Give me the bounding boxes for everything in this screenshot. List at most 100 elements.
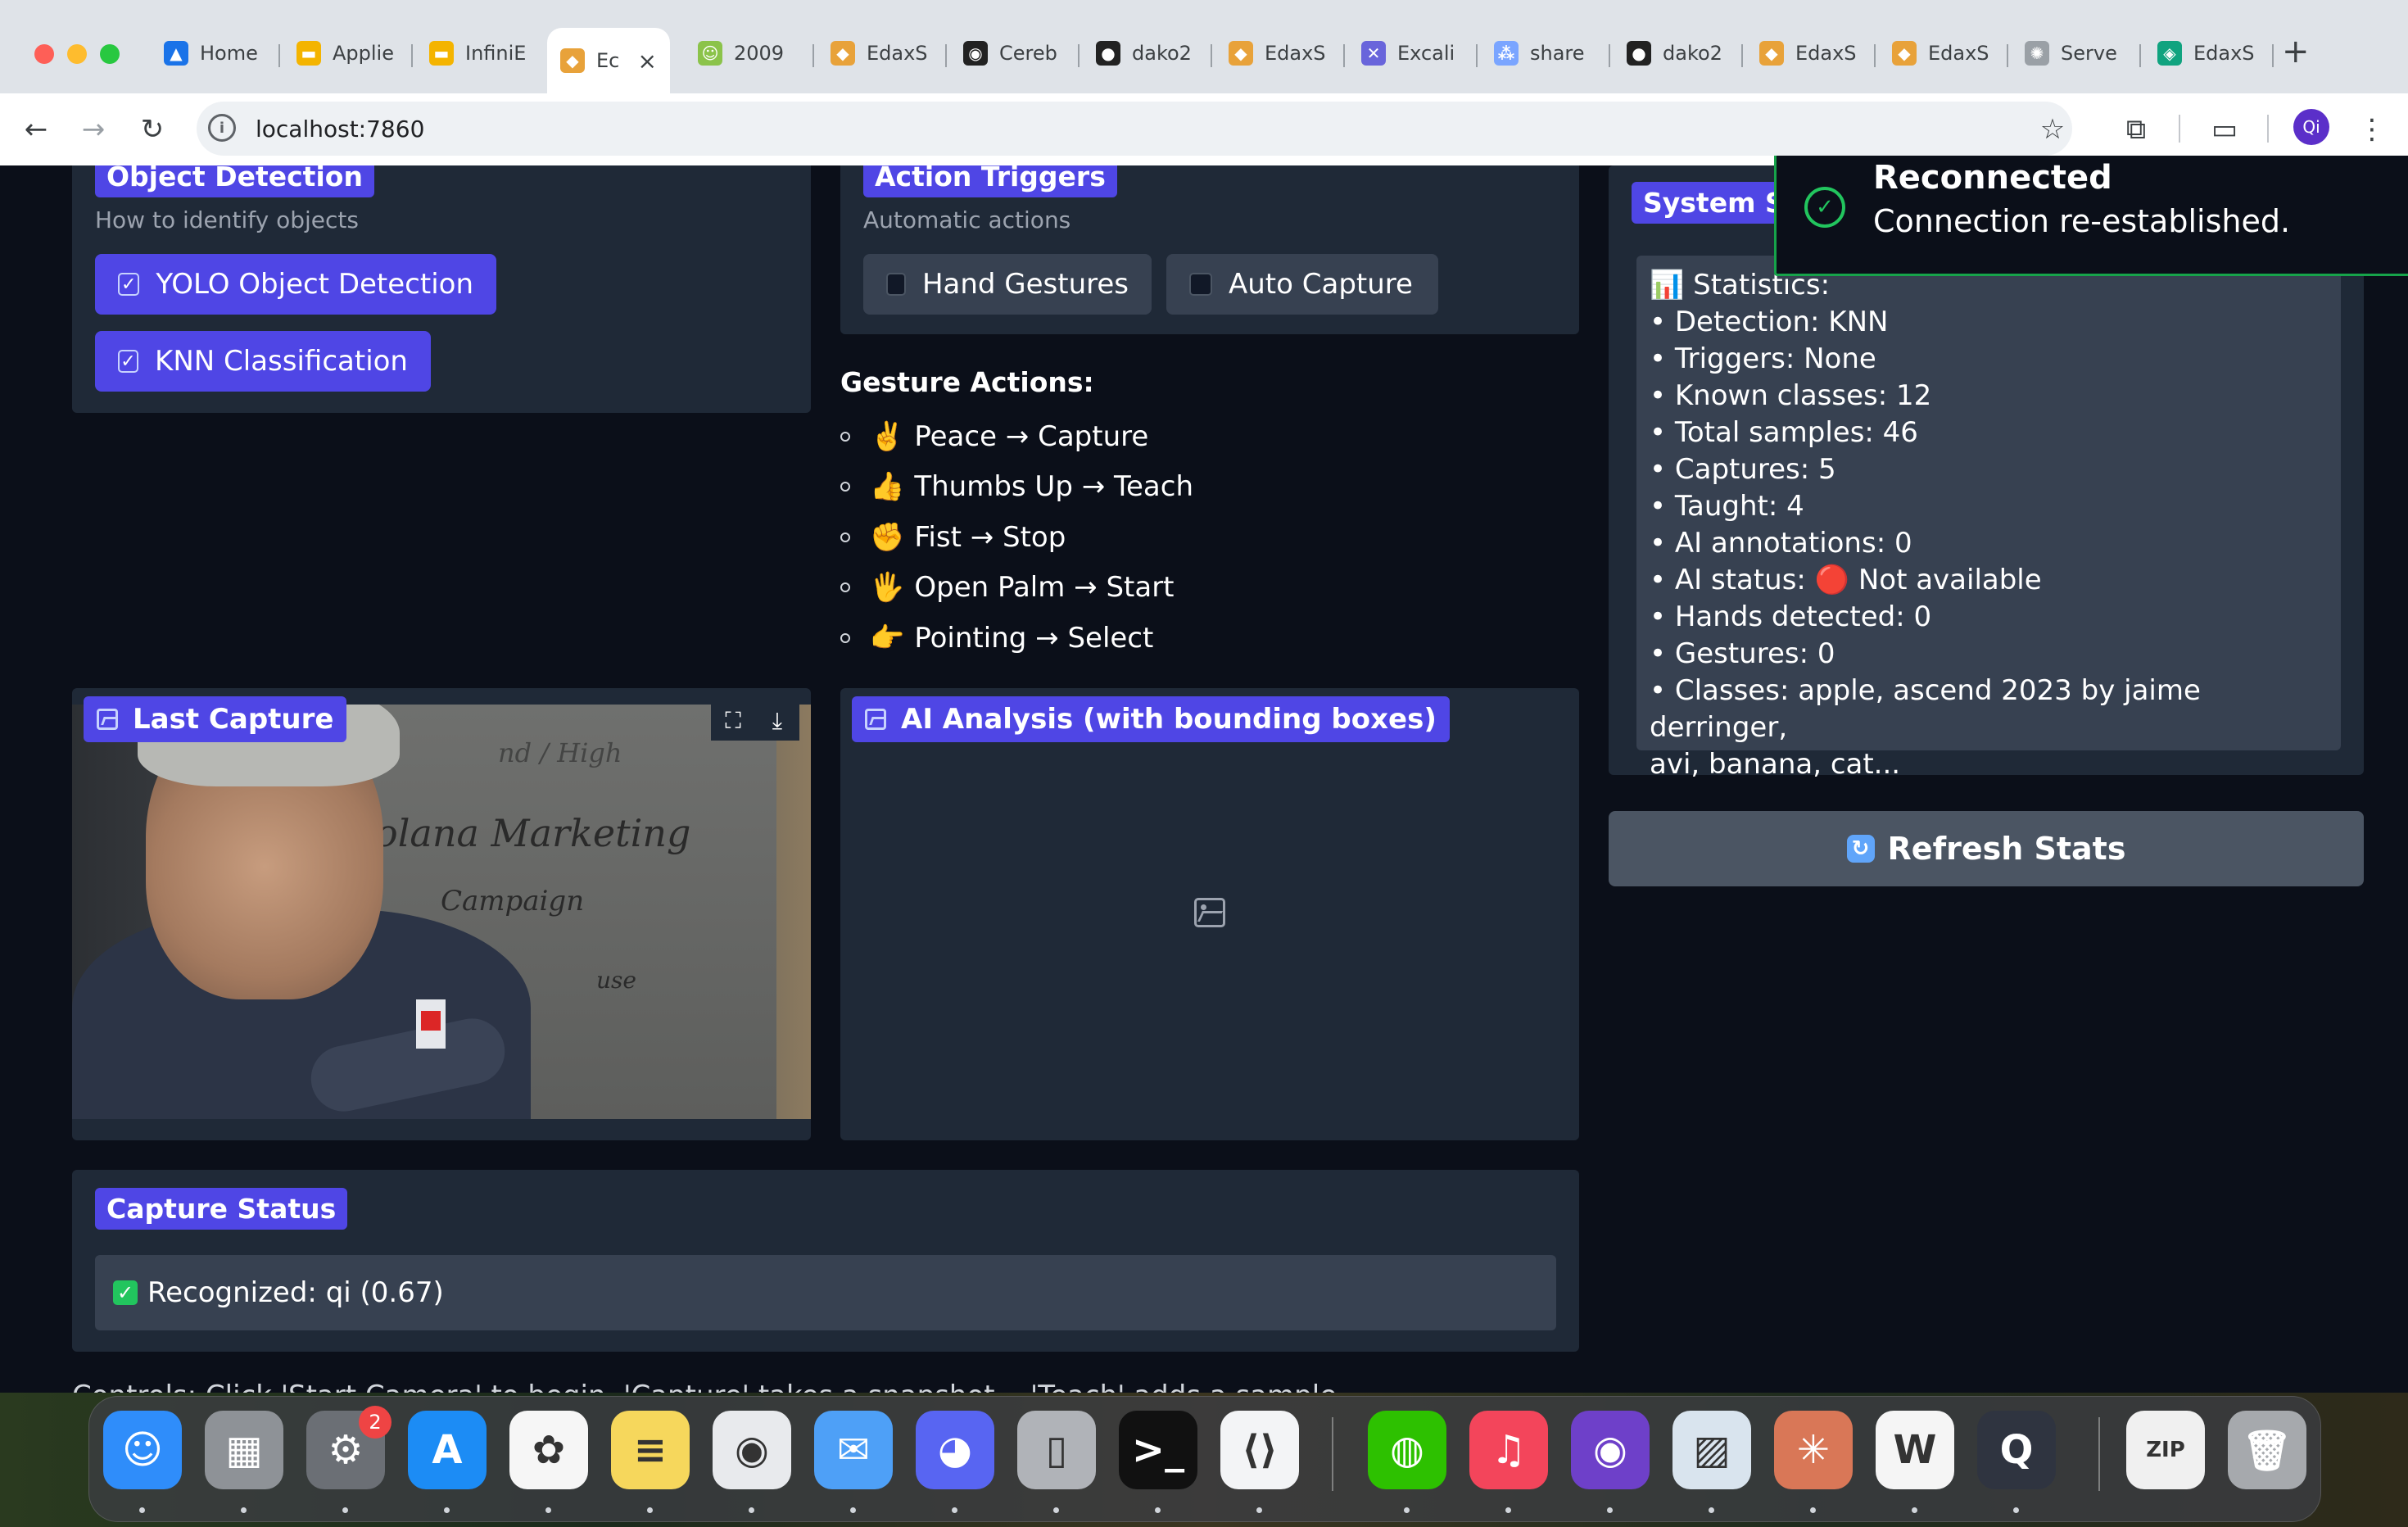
browser-tab[interactable]: ● dako2 — [1614, 28, 1743, 79]
browser-tab[interactable]: ● dako2 — [1083, 28, 1212, 79]
browser-tab[interactable]: ☺ 2009 — [685, 28, 814, 79]
browser-tab[interactable]: ✕ Excali — [1348, 28, 1478, 79]
whiteboard-text: Campaign — [441, 885, 585, 918]
terminal-app-icon[interactable]: >_ — [1119, 1411, 1197, 1489]
stats-line: • Detection: KNN — [1650, 306, 1889, 338]
tab-favicon-icon: ◆ — [1759, 41, 1784, 66]
vscode-app-icon[interactable]: ⟨⟩ — [1220, 1411, 1299, 1489]
dock-running-indicator — [952, 1507, 957, 1513]
reload-icon[interactable]: ↻ — [129, 106, 175, 152]
trash-app-icon[interactable]: 🗑 — [2228, 1411, 2306, 1489]
chrome-app-icon[interactable]: ◉ — [713, 1411, 791, 1489]
mail-app-icon[interactable]: ✉ — [814, 1411, 893, 1489]
window-minimize-button[interactable] — [67, 44, 87, 64]
app-store-app-icon[interactable]: A — [408, 1411, 487, 1489]
tab-search-icon[interactable]: ▭ — [2202, 106, 2247, 152]
toast-title: Reconnected — [1873, 159, 2112, 197]
browser-tab[interactable]: ▬ InfiniE — [416, 28, 544, 79]
launchpad-app-icon[interactable]: ▦ — [205, 1411, 283, 1489]
checkbox-unchecked-icon — [1189, 273, 1212, 296]
wechat-app-icon[interactable]: ◍ — [1368, 1411, 1446, 1489]
site-info-icon[interactable]: i — [208, 114, 236, 142]
tab-close-icon[interactable]: × — [638, 48, 657, 75]
tab-favicon-icon: ▬ — [429, 41, 454, 66]
tab-label: share — [1530, 42, 1585, 65]
hand-gestures-checkbox[interactable]: Hand Gestures — [863, 254, 1152, 315]
window-zoom-button[interactable] — [100, 44, 120, 64]
fullscreen-icon[interactable]: ⛶ — [711, 701, 755, 741]
bullet-icon — [840, 532, 850, 542]
browser-tab[interactable]: ◆ EdaxS — [1215, 28, 1345, 79]
new-tab-button[interactable]: + — [2282, 33, 2310, 70]
browser-tab[interactable]: ◉ Cereb — [950, 28, 1080, 79]
browser-tab[interactable]: ⁂ share — [1481, 28, 1610, 79]
image-toolbar: ⛶ ⤓ — [711, 701, 799, 741]
window-close-button[interactable] — [34, 44, 54, 64]
github-desktop-app-icon[interactable]: ◉ — [1571, 1411, 1650, 1489]
browser-tab[interactable]: ▲ Home — [151, 28, 280, 79]
checkbox-checked-icon: ✓ — [118, 350, 139, 373]
dock-running-indicator — [342, 1507, 348, 1513]
tab-favicon-icon: ✕ — [1361, 41, 1386, 66]
notes-app-icon[interactable]: ≡ — [611, 1411, 690, 1489]
toolbar-divider — [2179, 115, 2180, 143]
tab-label: EdaxS — [1795, 42, 1857, 65]
checkbox-label: YOLO Object Detection — [156, 268, 473, 301]
checkbox-label: Hand Gestures — [921, 268, 1129, 301]
whiteboard-text: olana Marketing — [375, 811, 691, 855]
tab-favicon-icon: ⁂ — [1494, 41, 1519, 66]
menu-kebab-icon[interactable]: ⋮ — [2349, 106, 2395, 152]
checkbox-label: KNN Classification — [155, 345, 408, 378]
tab-favicon-icon: ✺ — [2025, 41, 2049, 66]
yolo-detection-checkbox[interactable]: ✓ YOLO Object Detection — [95, 254, 496, 315]
claude-app-icon[interactable]: ✳ — [1774, 1411, 1853, 1489]
browser-tab[interactable]: ◆ EdaxS — [1879, 28, 2008, 79]
photos-app-icon[interactable]: ✿ — [509, 1411, 588, 1489]
tab-label: Ec — [596, 49, 620, 72]
forward-arrow-icon[interactable]: → — [70, 106, 116, 152]
refresh-stats-button[interactable]: ↻ Refresh Stats — [1609, 811, 2364, 886]
app-viewport: Object Detection How to identify objects… — [0, 165, 2408, 1393]
success-check-icon: ✓ — [1804, 187, 1845, 228]
gesture-action-item: 👉 Pointing → Select — [840, 613, 1193, 664]
browser-tab-active[interactable]: ◆ Ec × — [547, 28, 670, 93]
preview-app-icon[interactable]: ▨ — [1672, 1411, 1751, 1489]
download-icon[interactable]: ⤓ — [755, 701, 799, 741]
warp-app-icon[interactable]: W — [1876, 1411, 1954, 1489]
browser-tab[interactable]: ▬ Applie — [283, 28, 413, 79]
finder-app-icon[interactable]: ☺ — [103, 1411, 182, 1489]
browser-tab[interactable]: ◆ EdaxS — [817, 28, 947, 79]
system-stats-output: 📊 Statistics: • Detection: KNN • Trigger… — [1636, 256, 2341, 781]
tab-label: dako2 — [1663, 42, 1722, 65]
music-app-icon[interactable]: ♫ — [1469, 1411, 1548, 1489]
browser-tab[interactable]: ◆ EdaxS — [1746, 28, 1876, 79]
tab-favicon-icon: ◆ — [1229, 41, 1253, 66]
dock-running-indicator — [1607, 1507, 1613, 1513]
auto-capture-checkbox[interactable]: Auto Capture — [1166, 254, 1438, 315]
check-mark-icon: ✓ — [113, 1280, 138, 1305]
discord-app-icon[interactable]: ◕ — [916, 1411, 994, 1489]
knn-classification-checkbox[interactable]: ✓ KNN Classification — [95, 331, 431, 392]
tab-favicon-icon: ▬ — [296, 41, 321, 66]
browser-tab[interactable]: ✺ Serve — [2012, 28, 2141, 79]
dock-divider — [2098, 1417, 2100, 1491]
browser-tab[interactable]: ◈ EdaxS — [2144, 28, 2274, 79]
tab-label: dako2 — [1132, 42, 1192, 65]
address-bar[interactable]: localhost:7860 — [197, 102, 2072, 156]
profile-avatar[interactable]: Qi — [2293, 109, 2329, 145]
last-capture-title: Last Capture — [84, 696, 347, 742]
dock-running-indicator — [2013, 1507, 2019, 1513]
dock-running-indicator — [241, 1507, 247, 1513]
tab-favicon-icon: ◆ — [1892, 41, 1917, 66]
back-arrow-icon[interactable]: ← — [13, 106, 59, 152]
iphone-mirroring-app-icon[interactable]: ▯ — [1017, 1411, 1096, 1489]
gesture-action-item: ✌️ Peace → Capture — [840, 411, 1193, 462]
quicktime-app-icon[interactable]: Q — [1977, 1411, 2056, 1489]
tab-label: EdaxS — [2193, 42, 2255, 65]
archive-file-app-icon[interactable]: ZIP — [2126, 1411, 2205, 1489]
extensions-puzzle-icon[interactable]: ⧉ — [2113, 106, 2159, 152]
image-icon — [97, 709, 118, 730]
bookmark-star-icon[interactable]: ☆ — [2030, 106, 2075, 152]
tab-favicon-icon: ◈ — [2157, 41, 2182, 66]
capture-status-output: ✓ Recognized: qi (0.67) — [95, 1255, 1556, 1330]
